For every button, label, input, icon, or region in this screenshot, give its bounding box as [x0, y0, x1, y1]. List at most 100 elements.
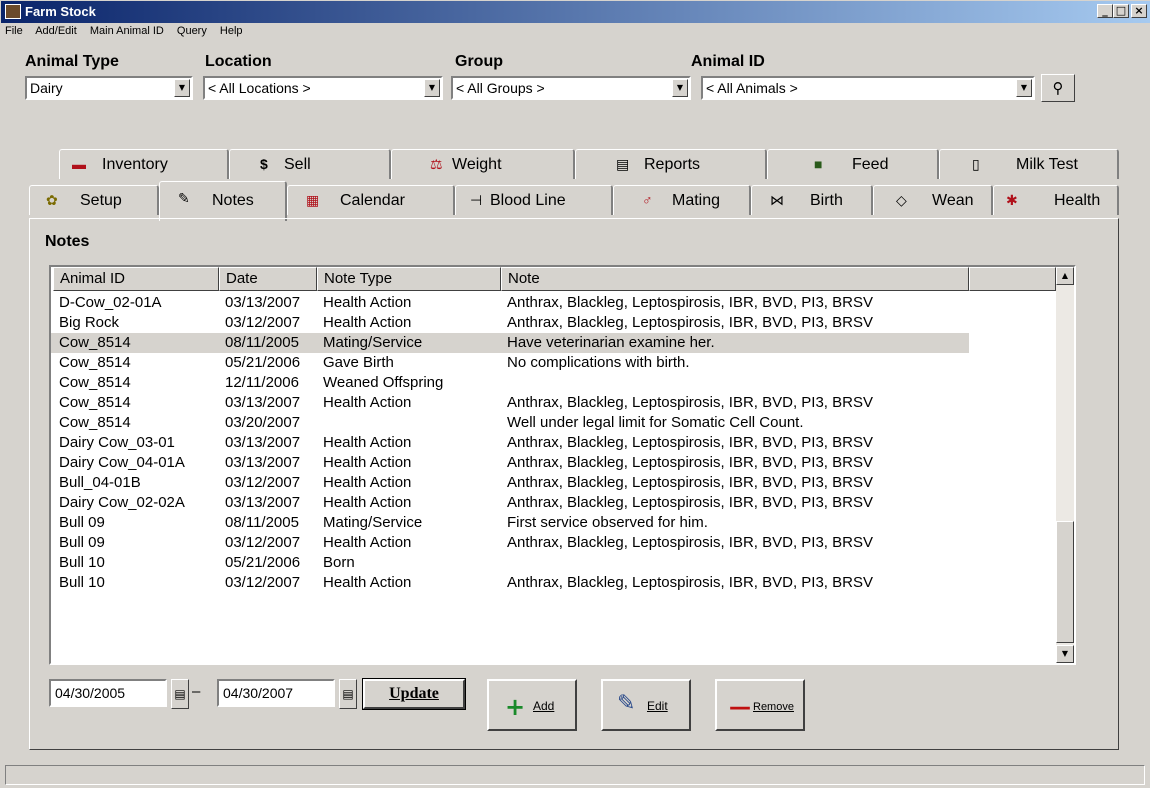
cell-date: 12/11/2006	[225, 374, 299, 391]
feed-icon: ■	[814, 156, 823, 172]
cell-note: Anthrax, Blackleg, Leptospirosis, IBR, B…	[507, 394, 873, 411]
cell-date: 03/13/2007	[225, 494, 301, 511]
column-header-note-type[interactable]: Note Type	[317, 267, 501, 291]
group-value: < All Groups >	[456, 80, 545, 96]
tab-feed[interactable]: ■ Feed	[767, 149, 939, 179]
minimize-button[interactable]: _	[1097, 4, 1113, 18]
scroll-up-arrow-icon[interactable]: ▲	[1056, 267, 1074, 285]
cell-animal-id: D-Cow_02-01A	[59, 294, 162, 311]
column-header-note[interactable]: Note	[501, 267, 969, 291]
milk-test-icon: ▯	[972, 156, 980, 172]
table-row[interactable]: Bull 10 03/12/2007 Health Action Anthrax…	[51, 573, 1051, 593]
menu-help[interactable]: Help	[220, 25, 243, 37]
table-row[interactable]: D-Cow_02-01A 03/13/2007 Health Action An…	[51, 293, 1051, 313]
date-from-field[interactable]: 04/30/2005	[49, 679, 167, 707]
menu-main-animal-id[interactable]: Main Animal ID	[90, 25, 164, 37]
menu-add-edit[interactable]: Add/Edit	[35, 25, 77, 37]
table-row[interactable]: Cow_8514 12/11/2006 Weaned Offspring	[51, 373, 1051, 393]
scroll-down-arrow-icon[interactable]: ▼	[1056, 645, 1074, 663]
cell-animal-id: Cow_8514	[59, 414, 131, 431]
cell-date: 05/21/2006	[225, 554, 301, 571]
tab-notes[interactable]: ✎ Notes	[159, 181, 287, 221]
cell-note-type: Mating/Service	[323, 334, 423, 351]
tab-reports[interactable]: ▤ Reports	[575, 149, 767, 179]
scrollbar-thumb[interactable]	[1056, 521, 1074, 643]
column-header-date[interactable]: Date	[219, 267, 317, 291]
table-row[interactable]: Bull 09 08/11/2005 Mating/Service First …	[51, 513, 1051, 533]
cell-date: 03/12/2007	[225, 314, 301, 331]
cell-note: First service observed for him.	[507, 514, 708, 531]
cell-note-type: Health Action	[323, 574, 412, 591]
tab-label: Weight	[452, 156, 502, 173]
add-button[interactable]: + Add	[487, 679, 577, 731]
date-range-separator: –	[192, 683, 201, 700]
animal-type-select[interactable]: Dairy ▼	[25, 76, 193, 100]
menu-query[interactable]: Query	[177, 25, 207, 37]
table-row[interactable]: Dairy Cow_02-02A 03/13/2007 Health Actio…	[51, 493, 1051, 513]
cell-animal-id: Dairy Cow_04-01A	[59, 454, 185, 471]
vertical-scrollbar[interactable]: ▲ ▼	[1056, 267, 1074, 663]
cell-note-type: Mating/Service	[323, 514, 423, 531]
tab-sell[interactable]: $ Sell	[229, 149, 391, 179]
chevron-down-icon[interactable]: ▼	[672, 79, 688, 97]
edit-button[interactable]: ✎ Edit	[601, 679, 691, 731]
animal-id-label: Animal ID	[691, 53, 765, 70]
table-row-selected[interactable]: Cow_8514 08/11/2005 Mating/Service Have …	[51, 333, 969, 353]
calendar-picker-from-icon[interactable]: ▤	[171, 679, 189, 709]
tab-calendar[interactable]: ▦ Calendar	[287, 185, 455, 215]
tab-mating[interactable]: ♂ Mating	[613, 185, 751, 215]
chevron-down-icon[interactable]: ▼	[174, 79, 190, 97]
cell-animal-id: Bull 10	[59, 574, 105, 591]
tab-milk-test[interactable]: ▯ Milk Test	[939, 149, 1119, 179]
remove-button[interactable]: — Remove	[715, 679, 805, 731]
cell-date: 05/21/2006	[225, 354, 301, 371]
tab-label: Setup	[80, 192, 122, 209]
notes-list[interactable]: Animal ID Date Note Type Note D-Cow_02-0…	[49, 265, 1076, 665]
location-select[interactable]: < All Locations > ▼	[203, 76, 443, 100]
tab-label: Birth	[810, 192, 843, 209]
tab-inventory[interactable]: ▬ Inventory	[59, 149, 229, 179]
tab-health[interactable]: ✱ Health	[993, 185, 1119, 215]
table-row[interactable]: Cow_8514 03/20/2007 Well under legal lim…	[51, 413, 1051, 433]
cell-date: 03/12/2007	[225, 534, 301, 551]
tab-wean[interactable]: ◇ Wean	[873, 185, 993, 215]
table-row[interactable]: Bull_04-01B 03/12/2007 Health Action Ant…	[51, 473, 1051, 493]
tab-birth[interactable]: ⋈ Birth	[751, 185, 873, 215]
chevron-down-icon[interactable]: ▼	[424, 79, 440, 97]
tab-label: Reports	[644, 156, 701, 173]
cell-animal-id: Cow_8514	[59, 374, 131, 391]
reports-icon: ▤	[616, 156, 630, 172]
close-button[interactable]: ×	[1131, 4, 1147, 18]
calendar-picker-to-icon[interactable]: ▤	[339, 679, 357, 709]
menu-file[interactable]: File	[5, 25, 23, 37]
group-select[interactable]: < All Groups > ▼	[451, 76, 691, 100]
chevron-down-icon[interactable]: ▼	[1016, 79, 1032, 97]
update-button[interactable]: Update	[362, 678, 466, 710]
tab-setup[interactable]: ✿ Setup	[29, 185, 159, 215]
cell-note: Well under legal limit for Somatic Cell …	[507, 414, 804, 431]
column-header-animal-id[interactable]: Animal ID	[53, 267, 219, 291]
cell-note: Anthrax, Blackleg, Leptospirosis, IBR, B…	[507, 574, 873, 591]
table-row[interactable]: Bull 10 05/21/2006 Born	[51, 553, 1051, 573]
tab-blood-line[interactable]: ⊣ Blood Line	[455, 185, 613, 215]
plus-icon: +	[505, 693, 526, 721]
cell-note: Anthrax, Blackleg, Leptospirosis, IBR, B…	[507, 474, 873, 491]
title-bar: Farm Stock _ □ ×	[1, 1, 1150, 23]
table-row[interactable]: Dairy Cow_04-01A 03/13/2007 Health Actio…	[51, 453, 1051, 473]
table-row[interactable]: Bull 09 03/12/2007 Health Action Anthrax…	[51, 533, 1051, 553]
menu-bar: File Add/Edit Main Animal ID Query Help	[5, 25, 253, 43]
find-animal-button[interactable]: ⚲	[1041, 74, 1075, 102]
table-row[interactable]: Big Rock 03/12/2007 Health Action Anthra…	[51, 313, 1051, 333]
location-value: < All Locations >	[208, 80, 311, 96]
maximize-button[interactable]: □	[1113, 4, 1129, 18]
cell-date: 03/20/2007	[225, 414, 301, 431]
cell-date: 03/13/2007	[225, 294, 301, 311]
cell-note-type: Health Action	[323, 474, 412, 491]
weight-icon: ⚖	[430, 156, 443, 172]
tab-weight[interactable]: ⚖ Weight	[391, 149, 575, 179]
table-row[interactable]: Dairy Cow_03-01 03/13/2007 Health Action…	[51, 433, 1051, 453]
date-to-field[interactable]: 04/30/2007	[217, 679, 335, 707]
animal-id-select[interactable]: < All Animals > ▼	[701, 76, 1035, 100]
table-row[interactable]: Cow_8514 05/21/2006 Gave Birth No compli…	[51, 353, 1051, 373]
table-row[interactable]: Cow_8514 03/13/2007 Health Action Anthra…	[51, 393, 1051, 413]
